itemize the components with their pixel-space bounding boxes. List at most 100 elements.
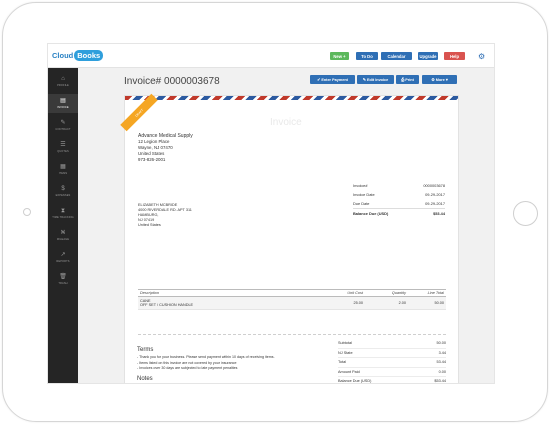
chevron-down-icon: ▾ — [444, 78, 448, 82]
sidebar-item-trash[interactable]: 🗑 TRASH — [48, 270, 78, 289]
calendar-button[interactable]: Calendar — [381, 52, 412, 60]
column-header: Description — [140, 291, 159, 295]
meta-row: Due Date 09-29-2017 — [353, 199, 445, 208]
sidebar-item-expenses[interactable]: $ EXPENSES — [48, 182, 78, 201]
print-button[interactable]: ⎙ Print — [396, 75, 419, 84]
totals-value: $53.44 — [434, 379, 446, 384]
totals-row: Total 53.44 — [338, 358, 446, 368]
page-title: Invoice# 0000003678 — [124, 76, 220, 87]
sidebar-item-label: PROFILE — [57, 84, 69, 87]
meta-value: 09-29-2017 — [425, 201, 445, 206]
print-label: Print — [405, 77, 414, 82]
column-header: Quantity — [391, 291, 406, 295]
camera-icon — [23, 208, 31, 216]
bill-to-address: ELIZABETH MCBRIDE 4000 RIVERDALE RD. APT… — [138, 203, 192, 228]
table-header: Description Unit Cost Quantity Line Tota… — [138, 289, 446, 297]
pen-icon: ✎ — [60, 120, 66, 126]
sidebar-item-label: MILEAGE — [56, 238, 70, 241]
grid-icon: ▦ — [60, 164, 66, 170]
meta-value: 09-29-2017 — [425, 192, 445, 197]
line-items-table: Description Unit Cost Quantity Line Tota… — [138, 289, 446, 310]
meta-value: 0000003678 — [423, 183, 445, 188]
totals-value: 0.00 — [438, 369, 446, 374]
list-icon: ☰ — [60, 142, 66, 148]
road-icon: ⛕ — [60, 230, 66, 236]
invoice-meta: Invoice# 0000003678 Invoice Date 09-29-2… — [353, 181, 445, 217]
sidebar-item-label: REPORTS — [56, 260, 70, 263]
totals-row: Subtotal 50.00 — [338, 339, 446, 349]
invoice-document: DRAFT Invoice Advance Medical Supply 12 … — [120, 93, 459, 384]
sidebar-item-quotes[interactable]: ☰ QUOTES — [48, 138, 78, 157]
totals-row: NJ State 3.44 — [338, 349, 446, 358]
totals-label: Subtotal — [338, 341, 352, 346]
item-line-total: 50.00 — [434, 301, 444, 305]
more-label: More — [435, 77, 445, 82]
upgrade-button[interactable]: Upgrade — [418, 52, 438, 60]
item-unit-cost: 25.00 — [353, 301, 363, 305]
help-button[interactable]: Help — [444, 52, 465, 60]
document-icon: ▤ — [60, 98, 66, 104]
sidebar-item-profile[interactable]: ⌂ PROFILE — [48, 72, 78, 91]
sidebar-item-time-tracking[interactable]: ⧗ TIME TRACKING — [48, 204, 78, 223]
meta-label: Balance Due (USD) — [353, 210, 389, 216]
sidebar-item-label: QUOTES — [57, 150, 69, 153]
totals-value: 3.44 — [438, 350, 446, 355]
more-button[interactable]: ⚙ More ▾ — [422, 75, 457, 84]
column-header: Unit Cost — [347, 291, 363, 295]
meta-row: Invoice Date 09-29-2017 — [353, 190, 445, 199]
logo-badge: Books — [74, 50, 104, 61]
customer-line: United States — [138, 223, 161, 227]
totals-row: Balance Due (USD) $53.44 — [338, 377, 446, 384]
sidebar-item-label: TRASH — [58, 282, 68, 285]
company-address: Advance Medical Supply 12 Legion Place W… — [138, 133, 193, 163]
home-icon: ⌂ — [61, 76, 65, 82]
todo-button[interactable]: To Do — [356, 52, 378, 60]
sidebar-item-label: EXPENSES — [55, 194, 71, 197]
gear-icon[interactable]: ⚙ — [478, 52, 485, 61]
sidebar-item-items[interactable]: ▦ ITEMS — [48, 160, 78, 179]
terms-heading: Terms — [137, 347, 154, 353]
invoice-watermark: Invoice — [270, 117, 302, 128]
sidebar-item-label: ITEMS — [58, 172, 68, 175]
terms-item: - Invoices over 30 days are subjected to… — [137, 366, 238, 370]
totals-value: 53.44 — [436, 360, 446, 365]
totals-label: Balance Due (USD) — [338, 379, 372, 384]
chart-icon: ↗ — [60, 252, 66, 258]
app-screen: Cloud Books New + To Do Calendar Upgrade… — [47, 43, 495, 384]
company-phone: 973-826-2001 — [138, 157, 166, 162]
sidebar-item-label: TIME TRACKING — [52, 216, 74, 219]
logo[interactable]: Cloud Books — [52, 50, 104, 61]
divider — [138, 334, 446, 335]
item-description: CANE OFF SET / CUSHION HANDLE — [138, 299, 323, 307]
totals-label: NJ State — [338, 350, 353, 355]
new-button[interactable]: New + — [330, 52, 349, 60]
sidebar-item-invoice[interactable]: ▤ INVOICE — [48, 94, 78, 113]
top-bar: Cloud Books New + To Do Calendar Upgrade… — [48, 44, 494, 68]
airmail-border — [125, 96, 458, 100]
notes-heading: Notes — [137, 376, 153, 382]
sidebar-item-mileage[interactable]: ⛕ MILEAGE — [48, 226, 78, 245]
edit-invoice-button[interactable]: ✎ Edit Invoice — [357, 75, 394, 84]
meta-row: Invoice# 0000003678 — [353, 181, 445, 190]
enter-payment-button[interactable]: ✔ Enter Payment — [310, 75, 355, 84]
item-detail: OFF SET / CUSHION HANDLE — [140, 303, 194, 307]
sidebar-item-label: CONTRACT — [55, 128, 71, 131]
sidebar-item-reports[interactable]: ↗ REPORTS — [48, 248, 78, 267]
item-quantity: 2.00 — [398, 301, 406, 305]
table-row: CANE OFF SET / CUSHION HANDLE 25.00 2.00… — [138, 297, 446, 310]
terms-list: - Thank you for your business. Please se… — [137, 355, 275, 372]
hourglass-icon: ⧗ — [60, 208, 66, 214]
sidebar: ⌂ PROFILE ▤ INVOICE ✎ CONTRACT ☰ QUOTES … — [48, 68, 78, 383]
enter-payment-label: Enter Payment — [321, 77, 348, 82]
dollar-icon: $ — [61, 186, 65, 192]
totals-label: Amount Paid — [338, 369, 360, 374]
meta-label: Due Date — [353, 201, 370, 206]
column-header: Line Total — [427, 291, 444, 295]
totals-row: Amount Paid 0.00 — [338, 368, 446, 377]
sidebar-item-contract[interactable]: ✎ CONTRACT — [48, 116, 78, 135]
totals-value: 50.00 — [436, 341, 446, 346]
terms-item: - Thank you for your business. Please se… — [137, 355, 275, 359]
totals-label: Total — [338, 360, 347, 365]
meta-row: Balance Due (USD) $53.44 — [353, 208, 445, 217]
home-button[interactable] — [513, 201, 538, 226]
